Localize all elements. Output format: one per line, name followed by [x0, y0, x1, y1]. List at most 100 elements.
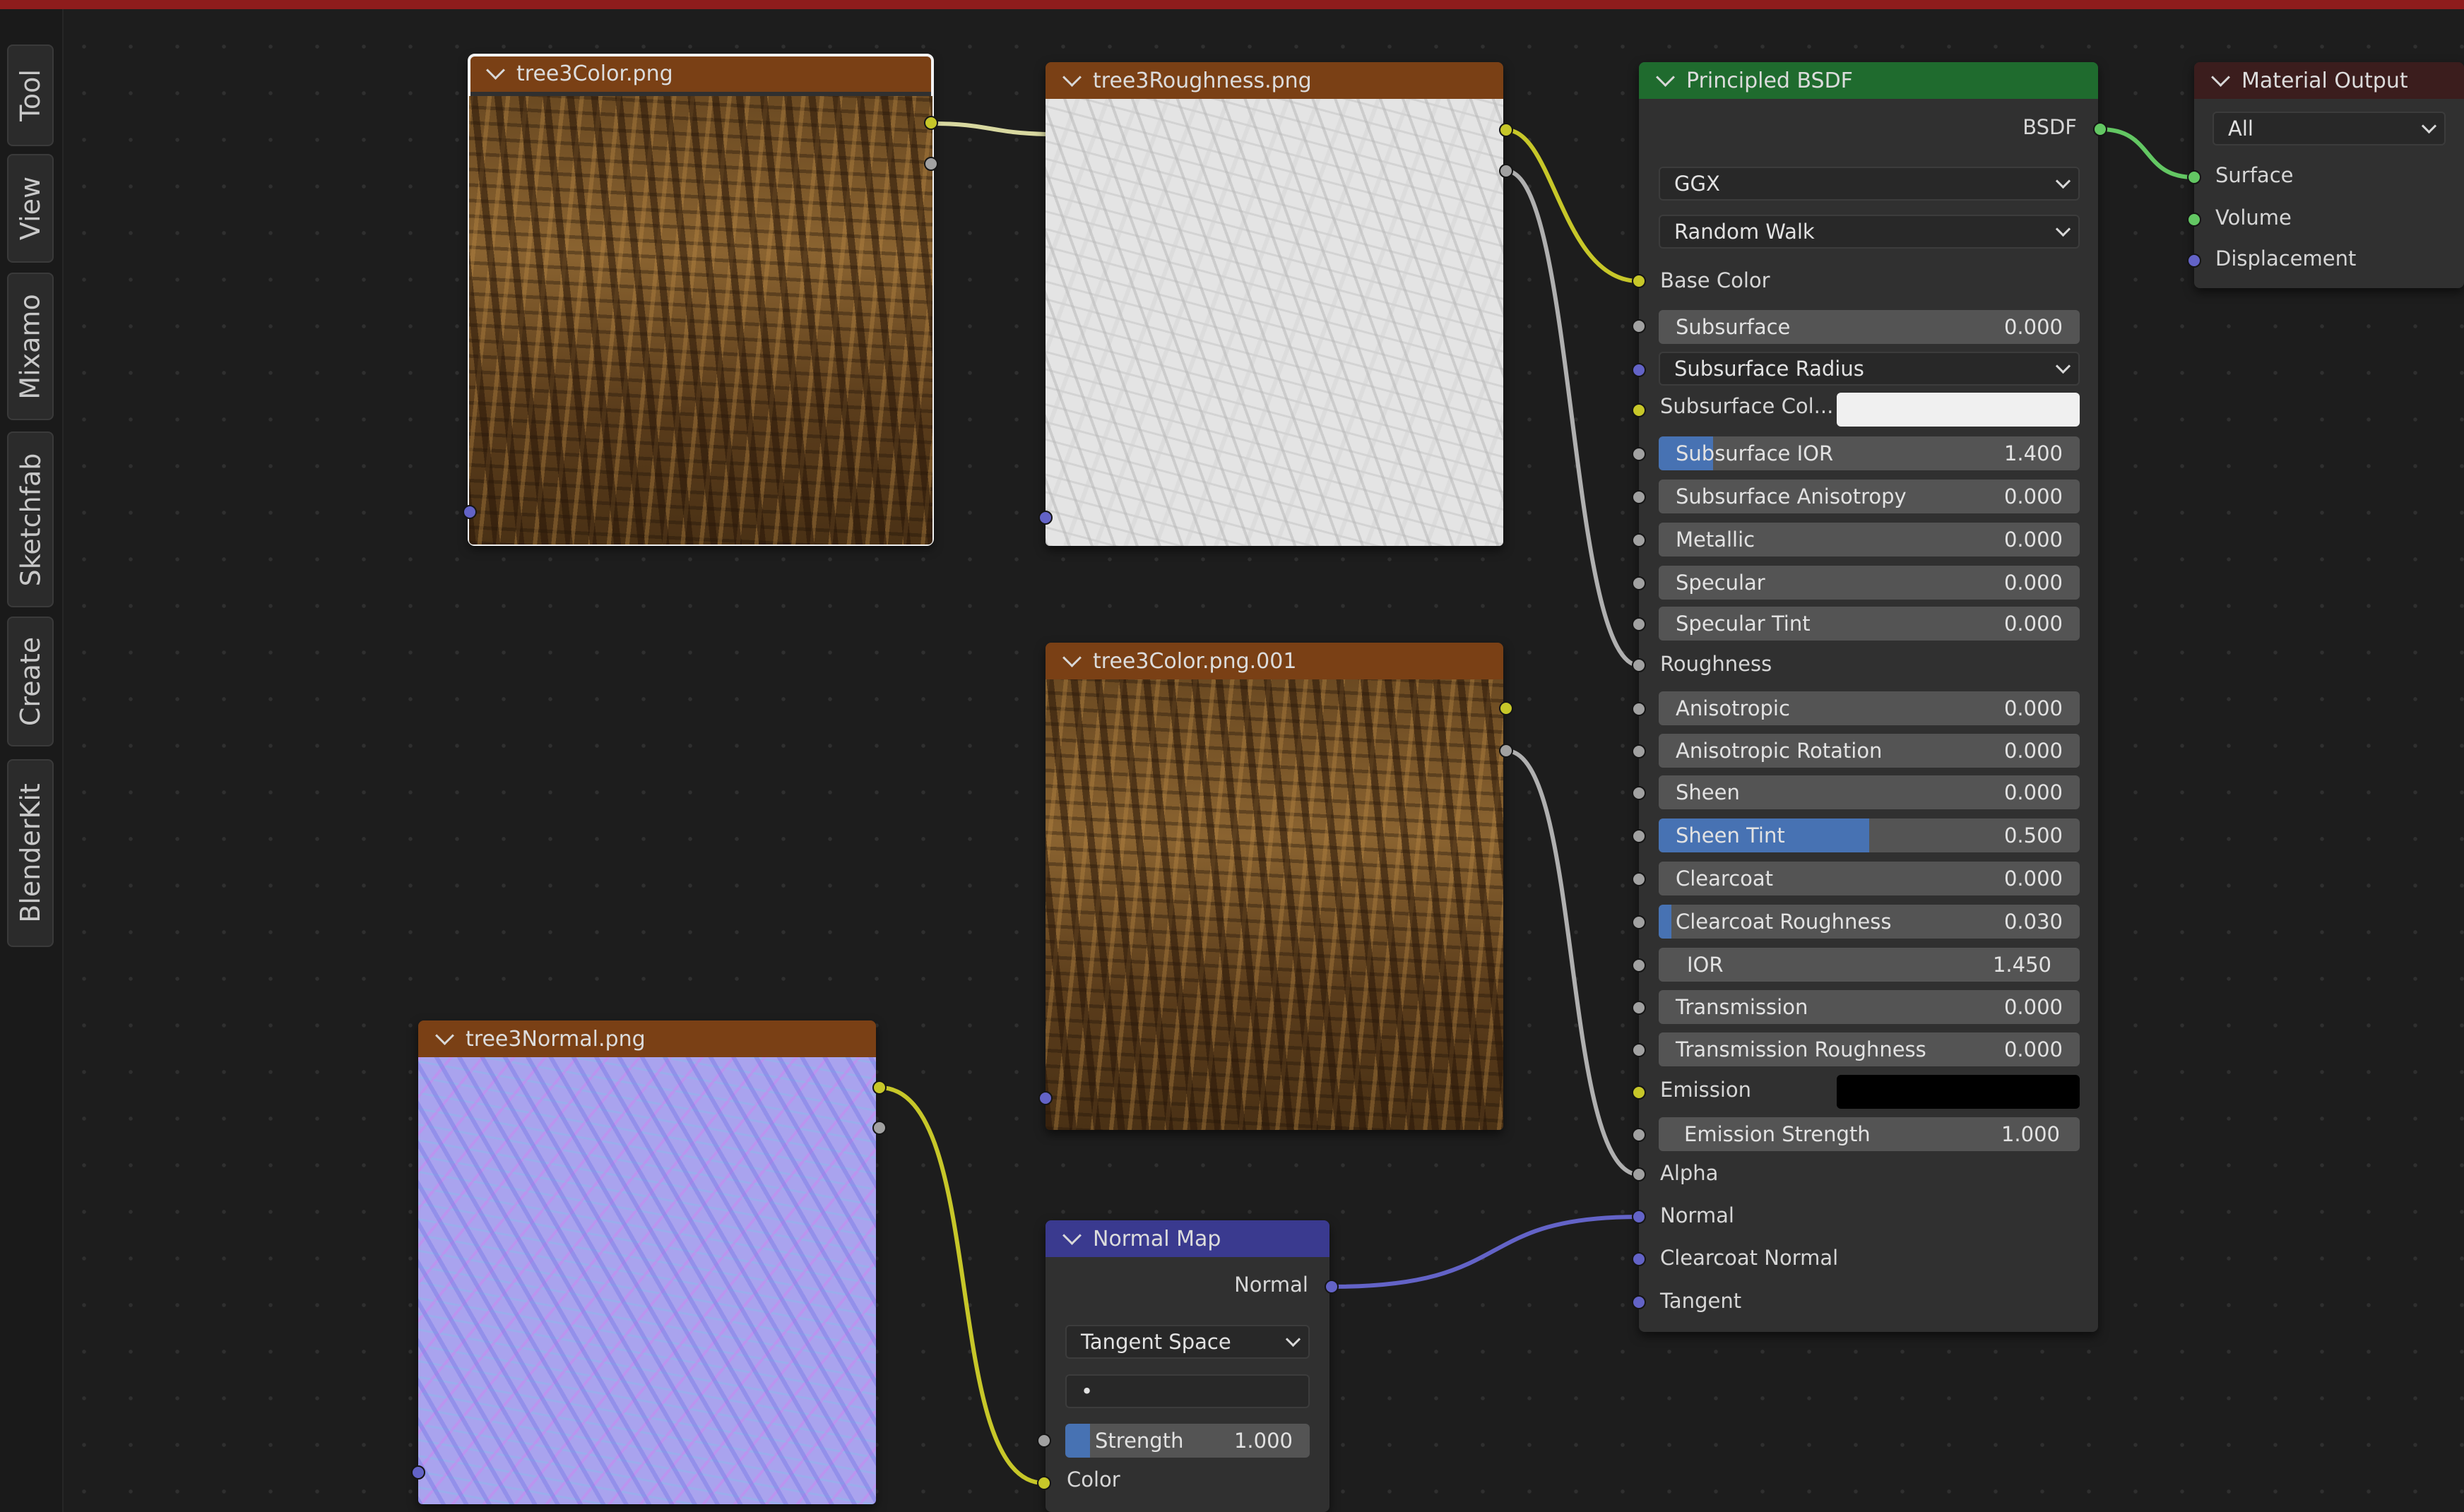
socket-subsurface-radius[interactable]	[1632, 363, 1646, 377]
socket-normal-output[interactable]	[1325, 1280, 1339, 1294]
node-header[interactable]: Principled BSDF	[1639, 62, 2098, 99]
uv-map-field[interactable]: •	[1065, 1374, 1310, 1408]
socket-sheen[interactable]	[1632, 786, 1646, 800]
socket-ior[interactable]	[1632, 958, 1646, 972]
material-output-node[interactable]: Material Output All Surface Volume Displ…	[2194, 62, 2464, 288]
socket-metallic[interactable]	[1632, 533, 1646, 547]
sheen-field[interactable]: Sheen 0.000	[1659, 775, 2080, 809]
socket-subsurface[interactable]	[1632, 319, 1646, 333]
anisotropic-field[interactable]: Anisotropic 0.000	[1659, 691, 2080, 725]
image-texture-node-roughness[interactable]: tree3Roughness.png	[1046, 62, 1503, 546]
node-header[interactable]: Normal Map	[1046, 1220, 1329, 1257]
socket-anisotropic[interactable]	[1632, 702, 1646, 716]
subsurface-field[interactable]: Subsurface 0.000	[1659, 310, 2080, 344]
socket-alpha-output[interactable]	[1499, 164, 1513, 178]
socket-specular[interactable]	[1632, 576, 1646, 590]
strength-field[interactable]: Strength 1.000	[1065, 1424, 1310, 1458]
image-texture-node-normal[interactable]: tree3Normal.png	[418, 1020, 876, 1504]
collapse-chevron-icon[interactable]	[1062, 1225, 1082, 1245]
socket-surface[interactable]	[2187, 170, 2201, 184]
socket-color-output[interactable]	[872, 1081, 887, 1095]
principled-bsdf-node[interactable]: Principled BSDF BSDF GGX Random Walk Bas…	[1639, 62, 2098, 1332]
subsurface-ior-field[interactable]: Subsurface IOR 1.400	[1659, 436, 2080, 470]
socket-displacement[interactable]	[2187, 254, 2201, 268]
collapse-chevron-icon[interactable]	[486, 60, 505, 80]
node-title: tree3Normal.png	[466, 1026, 646, 1052]
normal-map-node[interactable]: Normal Map Normal Tangent Space • Streng…	[1046, 1220, 1329, 1512]
anisotropic-rotation-field[interactable]: Anisotropic Rotation 0.000	[1659, 734, 2080, 768]
output-normal-label: Normal	[1234, 1273, 1308, 1297]
distribution-dropdown[interactable]: GGX	[1659, 167, 2080, 201]
socket-sheen-tint[interactable]	[1632, 829, 1646, 843]
collapse-chevron-icon[interactable]	[1062, 67, 1082, 87]
transmission-field[interactable]: Transmission 0.000	[1659, 990, 2080, 1024]
socket-strength-input[interactable]	[1037, 1434, 1051, 1448]
image-texture-node-color-001[interactable]: tree3Color.png.001	[1046, 643, 1503, 1130]
socket-color-input[interactable]	[1037, 1476, 1051, 1490]
subsurface-method-dropdown[interactable]: Random Walk	[1659, 215, 2080, 249]
node-header[interactable]: Material Output	[2194, 62, 2464, 99]
socket-alpha-output[interactable]	[872, 1121, 887, 1135]
socket-anisotropic-rotation[interactable]	[1632, 744, 1646, 758]
socket-specular-tint[interactable]	[1632, 617, 1646, 631]
node-title: tree3Color.png.001	[1093, 648, 1297, 674]
collapse-chevron-icon[interactable]	[2211, 67, 2230, 87]
socket-transmission-roughness[interactable]	[1632, 1043, 1646, 1057]
socket-vector-input[interactable]	[463, 505, 477, 519]
transmission-roughness-field[interactable]: Transmission Roughness 0.000	[1659, 1032, 2080, 1066]
socket-alpha-output[interactable]	[924, 157, 938, 171]
target-dropdown[interactable]: All	[2213, 112, 2446, 145]
socket-vector-input[interactable]	[1038, 1091, 1053, 1105]
socket-emission[interactable]	[1632, 1085, 1646, 1100]
socket-vector-input[interactable]	[1038, 511, 1053, 525]
socket-base-color[interactable]	[1632, 274, 1646, 288]
specular-tint-field[interactable]: Specular Tint 0.000	[1659, 607, 2080, 641]
socket-bsdf-output[interactable]	[2093, 122, 2107, 136]
specular-field[interactable]: Specular 0.000	[1659, 566, 2080, 600]
node-header[interactable]: tree3Color.png	[469, 55, 932, 92]
node-header[interactable]: tree3Roughness.png	[1046, 62, 1503, 99]
socket-subsurface-color[interactable]	[1632, 403, 1646, 417]
socket-emission-strength[interactable]	[1632, 1128, 1646, 1142]
socket-subsurface-ior[interactable]	[1632, 447, 1646, 461]
subsurface-anisotropy-field[interactable]: Subsurface Anisotropy 0.000	[1659, 480, 2080, 513]
sheen-tint-field[interactable]: Sheen Tint 0.500	[1659, 818, 2080, 852]
clearcoat-field[interactable]: Clearcoat 0.000	[1659, 862, 2080, 895]
socket-clearcoat-normal[interactable]	[1632, 1252, 1646, 1266]
ior-field[interactable]: IOR 1.450	[1659, 948, 2080, 982]
socket-alpha[interactable]	[1632, 1167, 1646, 1181]
socket-clearcoat[interactable]	[1632, 872, 1646, 886]
socket-volume[interactable]	[2187, 213, 2201, 227]
node-header[interactable]: tree3Normal.png	[418, 1020, 876, 1057]
image-texture-node-color[interactable]: tree3Color.png	[468, 54, 934, 546]
sheen-tint-label: Sheen Tint	[1676, 823, 1785, 847]
collapse-chevron-icon[interactable]	[1656, 67, 1675, 87]
collapse-chevron-icon[interactable]	[435, 1025, 454, 1045]
specular-tint-value: 0.000	[2003, 612, 2063, 636]
socket-clearcoat-roughness[interactable]	[1632, 915, 1646, 929]
distribution-value: GGX	[1674, 172, 1720, 196]
emission-strength-field[interactable]: Emission Strength 1.000	[1659, 1117, 2080, 1151]
metallic-field[interactable]: Metallic 0.000	[1659, 523, 2080, 556]
collapse-chevron-icon[interactable]	[1062, 648, 1082, 667]
socket-tangent[interactable]	[1632, 1295, 1646, 1309]
socket-subsurface-anisotropy[interactable]	[1632, 490, 1646, 504]
clearcoat-roughness-field[interactable]: Clearcoat Roughness 0.030	[1659, 905, 2080, 939]
node-header[interactable]: tree3Color.png.001	[1046, 643, 1503, 679]
socket-transmission[interactable]	[1632, 1001, 1646, 1015]
socket-roughness[interactable]	[1632, 658, 1646, 672]
socket-color-output[interactable]	[1499, 123, 1513, 137]
subsurface-radius-dropdown[interactable]: Subsurface Radius	[1659, 352, 2080, 386]
node-title: tree3Color.png	[516, 61, 673, 86]
socket-color-output[interactable]	[924, 116, 938, 130]
space-dropdown[interactable]: Tangent Space	[1065, 1325, 1310, 1359]
specular-tint-label: Specular Tint	[1676, 612, 1811, 636]
socket-color-output[interactable]	[1499, 701, 1513, 715]
socket-alpha-output[interactable]	[1499, 744, 1513, 758]
subsurface-color-swatch[interactable]	[1837, 393, 2080, 427]
socket-normal[interactable]	[1632, 1210, 1646, 1224]
emission-color-swatch[interactable]	[1837, 1075, 2080, 1109]
socket-vector-input[interactable]	[411, 1465, 425, 1480]
surface-label: Surface	[2215, 163, 2294, 187]
anisotropic-rotation-label: Anisotropic Rotation	[1676, 739, 1883, 763]
